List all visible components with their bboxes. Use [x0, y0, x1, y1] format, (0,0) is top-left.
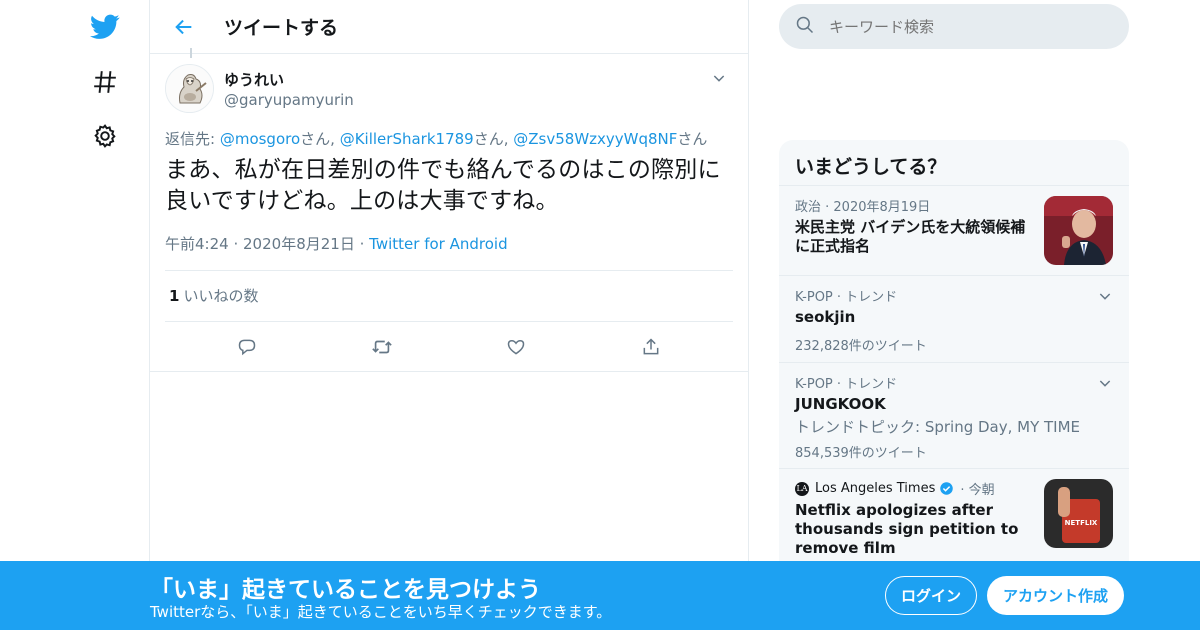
signup-banner: 「いま」起きていることを見つけよう Twitterなら、「いま」起きていることを… [0, 561, 1200, 630]
trends-title: いまどうしてる？ [779, 140, 1129, 186]
trends-panel: いまどうしてる？ 政治 · 2020年8月19日 米民主党 バイデン氏を大統領候… [779, 140, 1129, 580]
trend-item[interactable]: 政治 · 2020年8月19日 米民主党 バイデン氏を大統領候補に正式指名 [779, 186, 1129, 276]
trend-name: JUNGKOOK [795, 395, 886, 413]
author-handle[interactable]: @garyupamyurin [224, 91, 354, 109]
search-bar[interactable] [779, 4, 1129, 49]
page-title: ツイートする [224, 17, 339, 39]
news-source-logo-icon: LA [795, 481, 809, 496]
meta-dot: · [359, 235, 370, 253]
back-arrow-icon[interactable] [166, 9, 202, 45]
trend-thumbnail: NETFLIX [1044, 479, 1113, 548]
chevron-down-icon[interactable] [1097, 375, 1113, 395]
trend-name: Netflix apologizes after thousands sign … [795, 501, 1019, 557]
login-button[interactable]: ログイン [885, 576, 977, 615]
trend-name: seokjin [795, 308, 856, 326]
svg-text:NETFLIX: NETFLIX [1065, 519, 1098, 527]
tweet-actions [150, 322, 748, 372]
settings-gear-icon[interactable] [88, 119, 122, 153]
tweet-text-line: 良いですけどね。上のは大事ですね。 [165, 188, 559, 214]
bio-text: 衛党/衛涕社ボット→ [855, 75, 993, 93]
tweet-time[interactable]: 午前4:24 [165, 235, 229, 253]
bio-line: 衛党/衛涕社ボット→@zenneitou_bot [855, 75, 1120, 94]
meta-dot: · [233, 235, 244, 253]
tweet: ゆうれい @garyupamyurin 返信先: @mosgoroさん, @Ki… [150, 54, 748, 372]
banner-title: 「いま」起きていることを見つけよう [150, 577, 541, 603]
bio-line: 好家 ／ ライター・ゴロ ／ 反逆者前 [855, 56, 1099, 74]
trend-item[interactable]: K-POP · トレンド JUNGKOOK トレンドトピック: Spring D… [779, 363, 1129, 469]
signup-button[interactable]: アカウント作成 [987, 576, 1124, 615]
trend-name: 米民主党 バイデン氏を大統領候補に正式指名 [795, 218, 1026, 255]
banner-subtitle: Twitterなら、「いま」起きていることをいち早くチェックできます。 [150, 603, 612, 621]
reply-user-link[interactable]: @mosgoro [220, 130, 300, 148]
right-sidebar: 論者 ／ 南モンゴル支援者 ／ 絵本愛 好家 ／ ライター・ゴロ ／ 反逆者前 … [779, 0, 1129, 630]
likes-count: 1 [169, 287, 180, 305]
thread-connector-line [190, 48, 192, 58]
trend-tweet-count: 232,828件のツイート [795, 339, 927, 354]
trend-context: K-POP · トレンド [795, 377, 898, 392]
reply-icon[interactable] [229, 329, 265, 365]
tweet-author-row: ゆうれい @garyupamyurin [165, 64, 733, 113]
trend-tweet-count: 854,539件のツイート [795, 446, 927, 461]
reply-user-link[interactable]: @KillerShark1789 [340, 130, 474, 148]
reply-user-link[interactable]: @Zsv58WzxyyWq8NF [513, 130, 677, 148]
chevron-down-icon[interactable] [1097, 288, 1113, 308]
share-icon[interactable] [633, 329, 669, 365]
search-input[interactable] [829, 17, 1089, 36]
trend-topics: トレンドトピック: Spring Day, MY TIME [795, 418, 1081, 436]
app: ツイートする ゆうれい @garyupamyurin 返信先: @mosgoro… [0, 0, 1200, 630]
search-icon [795, 15, 815, 39]
author-name[interactable]: ゆうれい [224, 69, 354, 90]
news-time: · 今朝 [960, 483, 995, 498]
verified-badge-icon [939, 481, 954, 496]
trend-thumbnail [1044, 196, 1113, 265]
page-header: ツイートする [150, 0, 748, 54]
news-source-name: Los Angeles Times [815, 481, 936, 496]
reply-to-prefix: 返信先: [165, 130, 220, 148]
likes-stat[interactable]: 1 いいねの数 [165, 271, 733, 322]
explore-hashtag-icon[interactable] [88, 65, 122, 99]
likes-label: いいねの数 [183, 287, 259, 305]
reply-suffix: さん [473, 130, 504, 148]
reply-suffix: さん [300, 130, 331, 148]
retweet-icon[interactable] [364, 329, 400, 365]
main-column: ツイートする ゆうれい @garyupamyurin 返信先: @mosgoro… [149, 0, 749, 630]
tweet-meta: 午前4:24 · 2020年8月21日 · Twitter for Androi… [165, 233, 733, 271]
bio-link[interactable]: @zenneitou_bot [993, 75, 1114, 93]
avatar[interactable] [165, 64, 214, 113]
reply-suffix: さん [677, 130, 708, 148]
chevron-down-icon[interactable] [711, 70, 727, 90]
trend-item[interactable]: K-POP · トレンド seokjin 232,828件のツイート [779, 276, 1129, 363]
trend-context: K-POP · トレンド [795, 290, 898, 305]
tweet-text-line: まあ、私が在日差別の件でも絡んでるのはこの際別に [165, 157, 721, 183]
reply-to-line: 返信先: @mosgoroさん, @KillerShark1789さん, @Zs… [165, 130, 708, 148]
tweet-date[interactable]: 2020年8月21日 [243, 235, 355, 253]
tweet-source-link[interactable]: Twitter for Android [369, 235, 507, 253]
like-heart-icon[interactable] [498, 329, 534, 365]
trend-item[interactable]: LA Los Angeles Times · 今朝 Netflix apolog… [779, 469, 1129, 569]
tweet-text: まあ、私が在日差別の件でも絡んでるのはこの際別に 良いですけどね。上のは大事です… [165, 155, 733, 217]
twitter-bird-icon[interactable] [88, 10, 122, 44]
left-nav [80, 0, 130, 630]
